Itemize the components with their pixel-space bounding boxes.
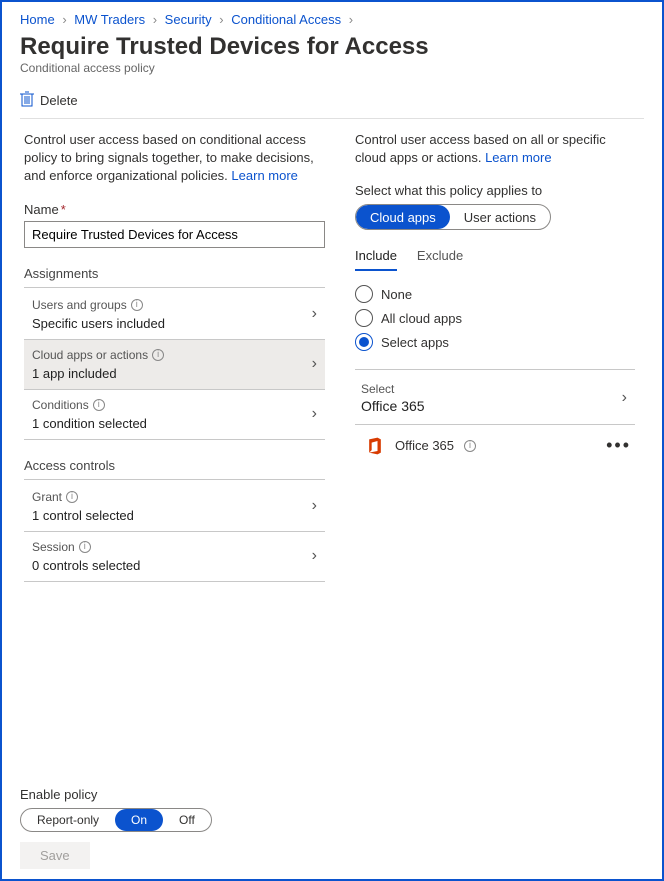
breadcrumb-home[interactable]: Home	[20, 12, 55, 27]
row-title: Grant	[32, 490, 62, 504]
row-value: 1 condition selected	[32, 416, 147, 431]
info-icon[interactable]: i	[152, 349, 164, 361]
row-title: Conditions	[32, 398, 89, 412]
selected-app-row: Office 365 i •••	[355, 425, 635, 466]
row-title: Users and groups	[32, 298, 127, 312]
radio-label: Select apps	[381, 335, 449, 350]
assignments-label: Assignments	[24, 266, 325, 288]
access-grant[interactable]: Granti 1 control selected ›	[24, 482, 325, 532]
select-value: Office 365	[361, 398, 425, 414]
chevron-right-icon: ›	[149, 12, 161, 27]
info-icon[interactable]: i	[93, 399, 105, 411]
chevron-right-icon: ›	[622, 389, 631, 407]
select-apps-picker[interactable]: Select Office 365 ›	[355, 374, 635, 425]
chevron-right-icon: ›	[312, 405, 321, 423]
page-title: Require Trusted Devices for Access	[20, 33, 644, 61]
row-value: 0 controls selected	[32, 558, 140, 573]
assignment-conditions[interactable]: Conditions i 1 condition selected ›	[24, 390, 325, 440]
chevron-right-icon: ›	[345, 12, 357, 27]
delete-label: Delete	[40, 93, 78, 108]
info-icon[interactable]: i	[79, 541, 91, 553]
radio-icon	[355, 333, 373, 351]
radio-label: None	[381, 287, 412, 302]
tab-exclude[interactable]: Exclude	[417, 248, 463, 271]
row-title: Session	[32, 540, 75, 554]
row-value: Specific users included	[32, 316, 165, 331]
toggle-report-only[interactable]: Report-only	[21, 809, 115, 831]
name-label: Name	[24, 202, 59, 217]
applies-to-segmented: Cloud apps User actions	[355, 204, 551, 230]
enable-policy-toggle: Report-only On Off	[20, 808, 212, 832]
segment-cloud-apps[interactable]: Cloud apps	[356, 205, 450, 229]
access-controls-label: Access controls	[24, 458, 325, 480]
learn-more-link[interactable]: Learn more	[485, 150, 551, 165]
chevron-right-icon: ›	[312, 547, 321, 565]
chevron-right-icon: ›	[312, 305, 321, 323]
learn-more-link[interactable]: Learn more	[231, 168, 297, 183]
segment-user-actions[interactable]: User actions	[450, 205, 550, 229]
chevron-right-icon: ›	[312, 355, 321, 373]
row-title: Cloud apps or actions	[32, 348, 148, 362]
radio-label: All cloud apps	[381, 311, 462, 326]
assignment-cloud-apps[interactable]: Cloud apps or actions i 1 app included ›	[24, 340, 325, 390]
radio-none[interactable]: None	[355, 285, 635, 303]
toggle-on[interactable]: On	[115, 809, 163, 831]
required-indicator: *	[61, 202, 66, 217]
include-exclude-tabs: Include Exclude	[355, 248, 635, 271]
page-subtitle: Conditional access policy	[20, 61, 644, 75]
more-button[interactable]: •••	[606, 435, 631, 456]
radio-all-cloud-apps[interactable]: All cloud apps	[355, 309, 635, 327]
tab-include[interactable]: Include	[355, 248, 397, 271]
right-intro: Control user access based on all or spec…	[355, 131, 635, 167]
enable-policy-label: Enable policy	[20, 787, 644, 802]
breadcrumb: Home › MW Traders › Security › Condition…	[20, 12, 644, 27]
delete-button[interactable]: Delete	[20, 91, 78, 110]
name-input[interactable]	[24, 221, 325, 248]
access-session[interactable]: Session i 0 controls selected ›	[24, 532, 325, 582]
breadcrumb-mw-traders[interactable]: MW Traders	[74, 12, 145, 27]
select-title: Select	[361, 382, 425, 396]
applies-to-label: Select what this policy applies to	[355, 183, 635, 198]
chevron-right-icon: ›	[312, 497, 321, 515]
breadcrumb-security[interactable]: Security	[165, 12, 212, 27]
toggle-off[interactable]: Off	[163, 809, 211, 831]
toolbar: Delete	[20, 87, 644, 119]
office365-icon	[365, 436, 385, 456]
include-radios: None All cloud apps Select apps	[355, 285, 635, 370]
info-icon[interactable]: i	[131, 299, 143, 311]
trash-icon	[20, 91, 34, 110]
breadcrumb-conditional-access[interactable]: Conditional Access	[231, 12, 341, 27]
chevron-right-icon: ›	[58, 12, 70, 27]
radio-select-apps[interactable]: Select apps	[355, 333, 635, 351]
info-icon[interactable]: i	[66, 491, 78, 503]
radio-icon	[355, 285, 373, 303]
radio-icon	[355, 309, 373, 327]
row-value: 1 control selected	[32, 508, 134, 523]
info-icon[interactable]: i	[464, 440, 476, 452]
left-intro: Control user access based on conditional…	[24, 131, 325, 186]
chevron-right-icon: ›	[215, 12, 227, 27]
row-value: 1 app included	[32, 366, 164, 381]
app-name: Office 365	[395, 438, 454, 453]
right-intro-text: Control user access based on all or spec…	[355, 132, 606, 165]
save-button[interactable]: Save	[20, 842, 90, 869]
assignment-users-and-groups[interactable]: Users and groups i Specific users include…	[24, 290, 325, 340]
